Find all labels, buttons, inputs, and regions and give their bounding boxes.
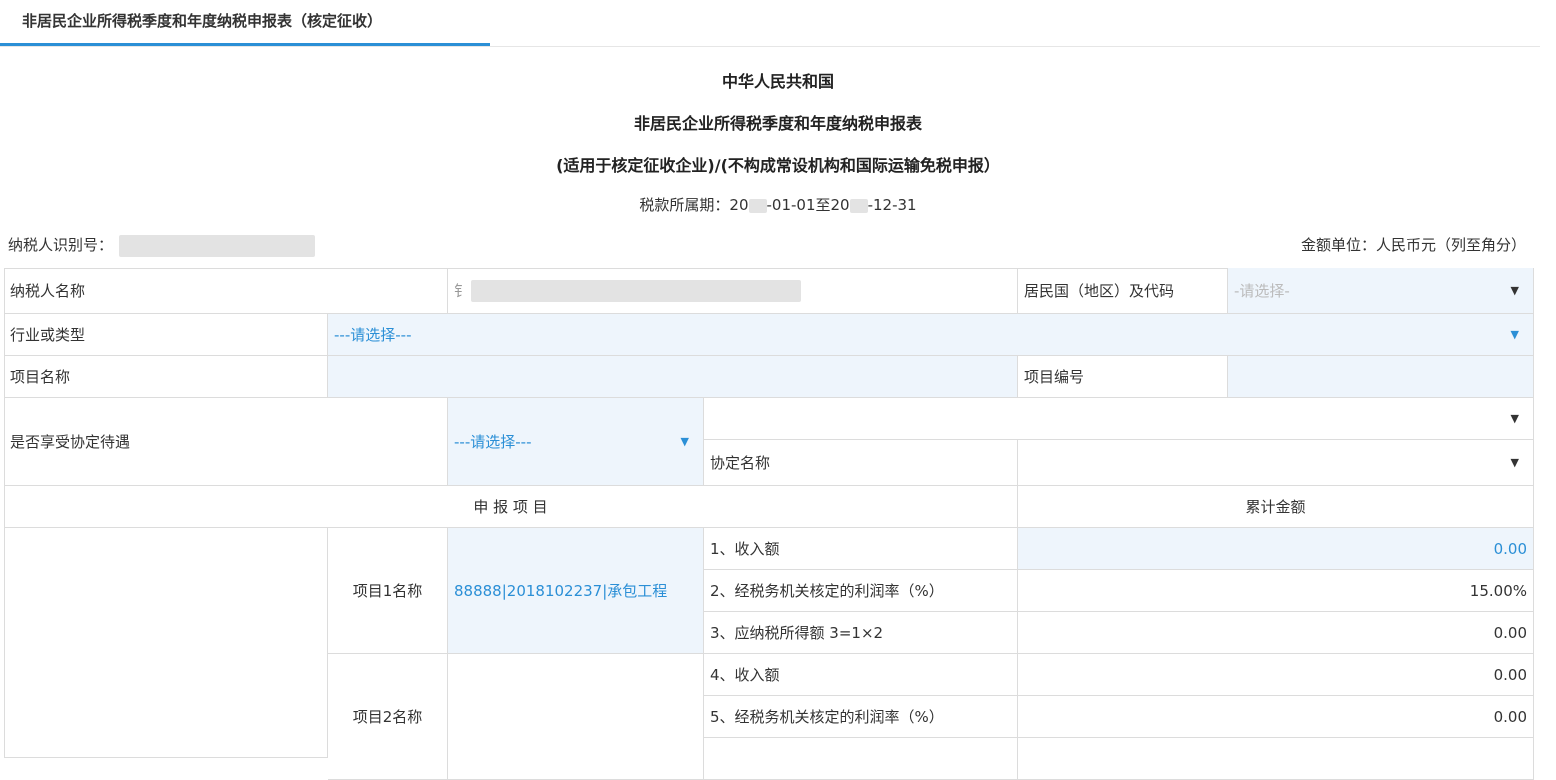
row-value-partial [1018,738,1534,780]
agreement-select[interactable]: ---请选择--- ▼ [448,398,704,486]
redacted-block [849,198,868,213]
cumulative-header: 累计金额 [1018,486,1534,528]
project2-select[interactable] [448,654,704,780]
tab-tax-return[interactable]: 非居民企业所得税季度和年度纳税申报表（核定征收） [0,0,490,46]
redacted-taxpayer-name [471,279,802,302]
project1-label: 项目1名称 [328,528,448,654]
row-value: 15.00% [1018,570,1534,612]
row-value: 0.00 [1018,696,1534,738]
tab-bar: 非居民企业所得税季度和年度纳税申报表（核定征收） [0,0,1540,47]
industry-value: ---请选择--- [334,326,412,344]
agreement-name-label: 协定名称 [704,440,1018,486]
chevron-down-icon: ▼ [1510,412,1519,425]
row-value-input[interactable]: 0.00 [1018,528,1534,570]
taxpayer-name-prefix: 钅 [454,282,470,300]
taxpayer-name-value: 钅 [448,268,1018,314]
header-title: 非居民企业所得税季度和年度纳税申报表 [633,114,922,133]
period-year-start: 20 [729,196,749,214]
chevron-down-icon: ▼ [1510,328,1519,341]
industry-label: 行业或类型 [4,314,328,356]
industry-select[interactable]: ---请选择--- ▼ [328,314,1534,356]
project1-value: 88888|2018102237|承包工程 [454,582,668,600]
agreement-type-select[interactable]: ▼ [704,398,1534,440]
row-label-partial [704,738,1018,780]
row-label: 3、应纳税所得额 3=1×2 [704,612,1018,654]
period-label: 税款所属期： [639,196,730,214]
project-name-input[interactable] [328,356,1018,398]
period-end: -12-31 [867,196,917,214]
chevron-down-icon: ▼ [680,435,689,448]
left-blank-cell [4,528,328,758]
redacted-block [748,198,767,213]
row-value: 0.00 [1018,612,1534,654]
chevron-down-icon: ▼ [1510,456,1519,469]
period-mid: -01-01至20 [766,196,850,214]
header-subtitle: (适用于核定征收企业)/(不构成常设机构和国际运输免税申报） [556,156,1000,175]
row-label: 2、经税务机关核定的利润率（%） [704,570,1018,612]
agreement-name-select[interactable]: ▼ [1018,440,1534,486]
agreement-label: 是否享受协定待遇 [4,398,448,486]
resident-country-label: 居民国（地区）及代码 [1018,268,1228,314]
taxpayer-id: 纳税人识别号： [8,234,316,257]
agreement-value: ---请选择--- [454,433,532,451]
row-value: 0.00 [1018,654,1534,696]
resident-country-placeholder: -请选择- [1234,282,1290,300]
section-header: 申 报 项 目 [4,486,1018,528]
row-label: 4、收入额 [704,654,1018,696]
row-label: 5、经税务机关核定的利润率（%） [704,696,1018,738]
project2-label: 项目2名称 [328,654,448,780]
header-country: 中华人民共和国 [721,72,834,91]
taxpayer-id-label: 纳税人识别号： [8,236,114,254]
amount-unit: 金额单位：人民币元（列至角分） [1300,236,1526,254]
project-name-label: 项目名称 [4,356,328,398]
project1-select[interactable]: 88888|2018102237|承包工程 [448,528,704,654]
project-no-input[interactable] [1228,356,1534,398]
declaration-form: 纳税人名称 钅 居民国（地区）及代码 -请选择- ▼ 行业或类型 ---请选择-… [4,268,1534,780]
taxpayer-name-label: 纳税人名称 [4,268,448,314]
row-label: 1、收入额 [704,528,1018,570]
redacted-taxpayer-id [119,234,316,257]
project-no-label: 项目编号 [1018,356,1228,398]
chevron-down-icon: ▼ [1510,284,1519,297]
resident-country-select[interactable]: -请选择- ▼ [1228,268,1534,314]
tax-period: 税款所属期：20 -01-01至20 -12-31 [0,194,1556,215]
